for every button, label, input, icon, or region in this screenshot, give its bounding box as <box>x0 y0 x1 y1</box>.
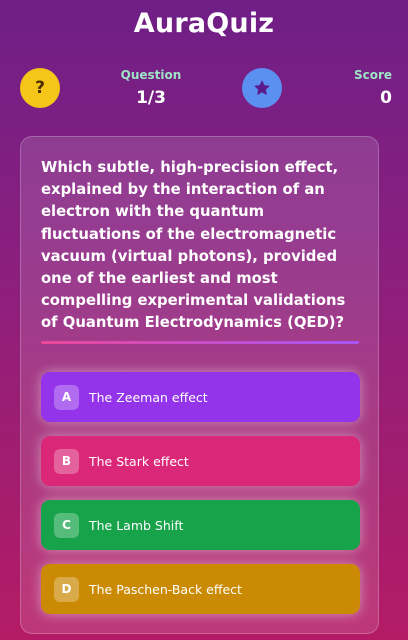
score-value: 0 <box>380 88 392 108</box>
star-icon <box>254 80 270 96</box>
app-title: AuraQuiz <box>133 8 275 39</box>
question-counter: Question 1/3 <box>114 68 188 108</box>
option-letter-badge: D <box>54 576 79 602</box>
answer-option-d[interactable]: D The Paschen-Back effect <box>41 564 360 614</box>
option-letter-badge: A <box>54 384 79 410</box>
answer-option-b[interactable]: B The Stark effect <box>41 436 360 486</box>
option-letter-badge: B <box>54 448 79 474</box>
star-button[interactable] <box>242 68 282 108</box>
question-label: Question <box>120 68 182 82</box>
score-label: Score <box>353 68 392 82</box>
option-label: The Paschen-Back effect <box>89 581 242 597</box>
answer-option-a[interactable]: A The Zeeman effect <box>41 372 360 422</box>
option-label: The Zeeman effect <box>89 389 208 405</box>
option-label: The Stark effect <box>89 453 189 469</box>
score-counter: Score 0 <box>342 68 392 108</box>
question-value: 1/3 <box>136 88 166 108</box>
option-letter-badge: C <box>54 512 79 538</box>
question-icon: ? <box>35 78 45 98</box>
answer-option-c[interactable]: C The Lamb Shift <box>41 500 360 550</box>
help-button[interactable]: ? <box>20 68 60 108</box>
option-label: The Lamb Shift <box>89 517 184 533</box>
question-card: Which subtle, high-precision effect, exp… <box>20 136 379 634</box>
question-text: Which subtle, high-precision effect, exp… <box>41 159 346 332</box>
question-divider <box>41 341 359 344</box>
